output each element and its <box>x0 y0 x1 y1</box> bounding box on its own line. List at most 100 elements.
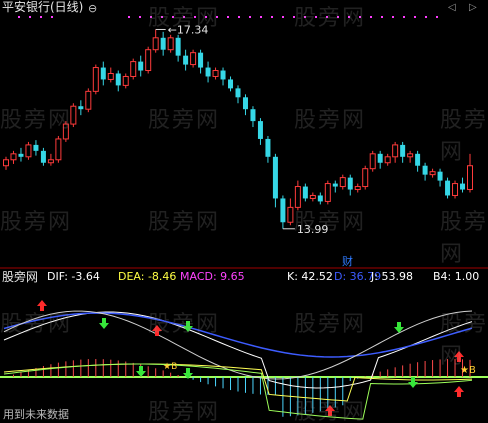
dot-mark <box>425 16 427 18</box>
dot-mark <box>183 16 185 18</box>
macd-value: MACD: 9.65 <box>180 270 245 283</box>
price-top-dotted-line <box>18 16 438 18</box>
b4-value: B4: 1.00 <box>433 270 480 283</box>
candle-body <box>107 73 114 80</box>
dot-mark <box>315 16 317 18</box>
candle-body <box>445 180 451 196</box>
scroll-right-icon[interactable]: ▷ <box>469 1 477 14</box>
candle-body <box>18 153 24 157</box>
candle-body <box>287 206 294 223</box>
kdj-d-line <box>3 312 473 358</box>
candle-body <box>145 49 152 72</box>
candle-body <box>415 153 421 166</box>
signal-arrows: ★B ★B <box>37 300 476 416</box>
indicator-name[interactable]: 股旁网 <box>2 270 38 284</box>
candle-body <box>25 144 32 158</box>
candle-body <box>377 153 383 163</box>
k-value: K: 42.52 <box>287 270 333 283</box>
price-annotations: ←17.34 13.99 <box>155 23 328 236</box>
dot-mark <box>326 16 328 18</box>
candle-body <box>309 194 316 199</box>
high-price-label: ←17.34 <box>168 23 209 36</box>
candle-body <box>294 186 301 208</box>
candle-body <box>332 183 338 187</box>
sell-arrow <box>99 318 109 329</box>
candle-body <box>198 52 204 68</box>
candle-body <box>122 75 129 86</box>
candle-body <box>422 165 428 175</box>
candle-body <box>175 37 181 56</box>
candle-body <box>78 106 84 110</box>
indicator-header: 股旁网 DIF: -3.64 DEA: -8.46 MACD: 9.65 K: … <box>0 270 488 284</box>
candle-body <box>160 37 166 50</box>
dot-mark <box>381 16 383 18</box>
dot-mark <box>150 16 152 18</box>
candle-body <box>280 198 286 223</box>
star-marker: ★B <box>163 362 177 372</box>
candle-body <box>242 97 248 110</box>
dot-mark <box>205 16 207 18</box>
chart-canvas[interactable]: ←17.34 13.99 ★B ★B <box>0 0 488 423</box>
dot-mark <box>359 16 361 18</box>
dot-mark <box>337 16 339 18</box>
scroll-left-icon[interactable]: ◁ <box>448 1 456 14</box>
dif-line <box>3 363 473 420</box>
dot-mark <box>271 16 273 18</box>
dot-mark <box>348 16 350 18</box>
star-marker: ★B <box>460 365 476 376</box>
dot-mark <box>227 16 229 18</box>
dot-mark <box>161 16 163 18</box>
candle-body <box>70 105 77 125</box>
financial-report-badge[interactable]: 财 <box>342 255 353 268</box>
candle-body <box>228 79 234 89</box>
buy-arrow <box>454 386 464 397</box>
chart-title[interactable]: 平安银行(日线) <box>2 1 83 14</box>
j-value: J: 53.98 <box>371 270 413 283</box>
candle-body <box>130 61 137 77</box>
candle-body <box>302 186 308 199</box>
dot-mark <box>414 16 416 18</box>
candle-body <box>437 171 443 181</box>
buy-arrow <box>152 325 162 336</box>
candle-body <box>85 90 92 110</box>
candle-body <box>392 144 399 158</box>
candle-body <box>362 168 369 188</box>
candle-body <box>467 165 473 191</box>
candle-body <box>100 67 106 80</box>
candle-body <box>183 55 189 65</box>
stock-chart-screen: ←17.34 13.99 ★B ★B 股旁网 股旁网 股旁网 股旁网 股旁网 股旁网 股旁网 股旁… <box>0 0 488 423</box>
candle-body <box>212 70 219 77</box>
candle-body <box>339 177 346 188</box>
candle-body <box>47 159 54 164</box>
candle-body <box>324 183 331 202</box>
dot-mark <box>392 16 394 18</box>
candle-body <box>452 183 459 196</box>
candle-body <box>205 67 211 77</box>
dot-mark <box>249 16 251 18</box>
candle-body <box>167 37 174 51</box>
candle-body <box>55 138 62 161</box>
candle-body <box>429 171 436 176</box>
collapse-icon[interactable]: ⊖ <box>88 2 97 15</box>
dot-mark <box>216 16 218 18</box>
indicator-lines <box>0 310 488 420</box>
dot-mark <box>194 16 196 18</box>
buy-arrow <box>37 300 47 311</box>
dea-value: DEA: -8.46 <box>118 270 177 283</box>
candle-body <box>250 109 256 122</box>
candle-body <box>190 52 197 66</box>
dot-mark <box>293 16 295 18</box>
candle-body <box>400 144 406 157</box>
candle-body <box>152 37 159 51</box>
candle-body <box>407 153 414 158</box>
dot-mark <box>51 16 53 18</box>
dif-value: DIF: -3.64 <box>47 270 100 283</box>
candle-body <box>3 159 9 167</box>
candle-body <box>10 153 17 161</box>
candle-body <box>62 123 69 140</box>
dot-mark <box>18 16 20 18</box>
dot-mark <box>260 16 262 18</box>
dot-mark <box>436 16 438 18</box>
candle-body <box>33 144 39 151</box>
candlesticks <box>3 29 473 229</box>
